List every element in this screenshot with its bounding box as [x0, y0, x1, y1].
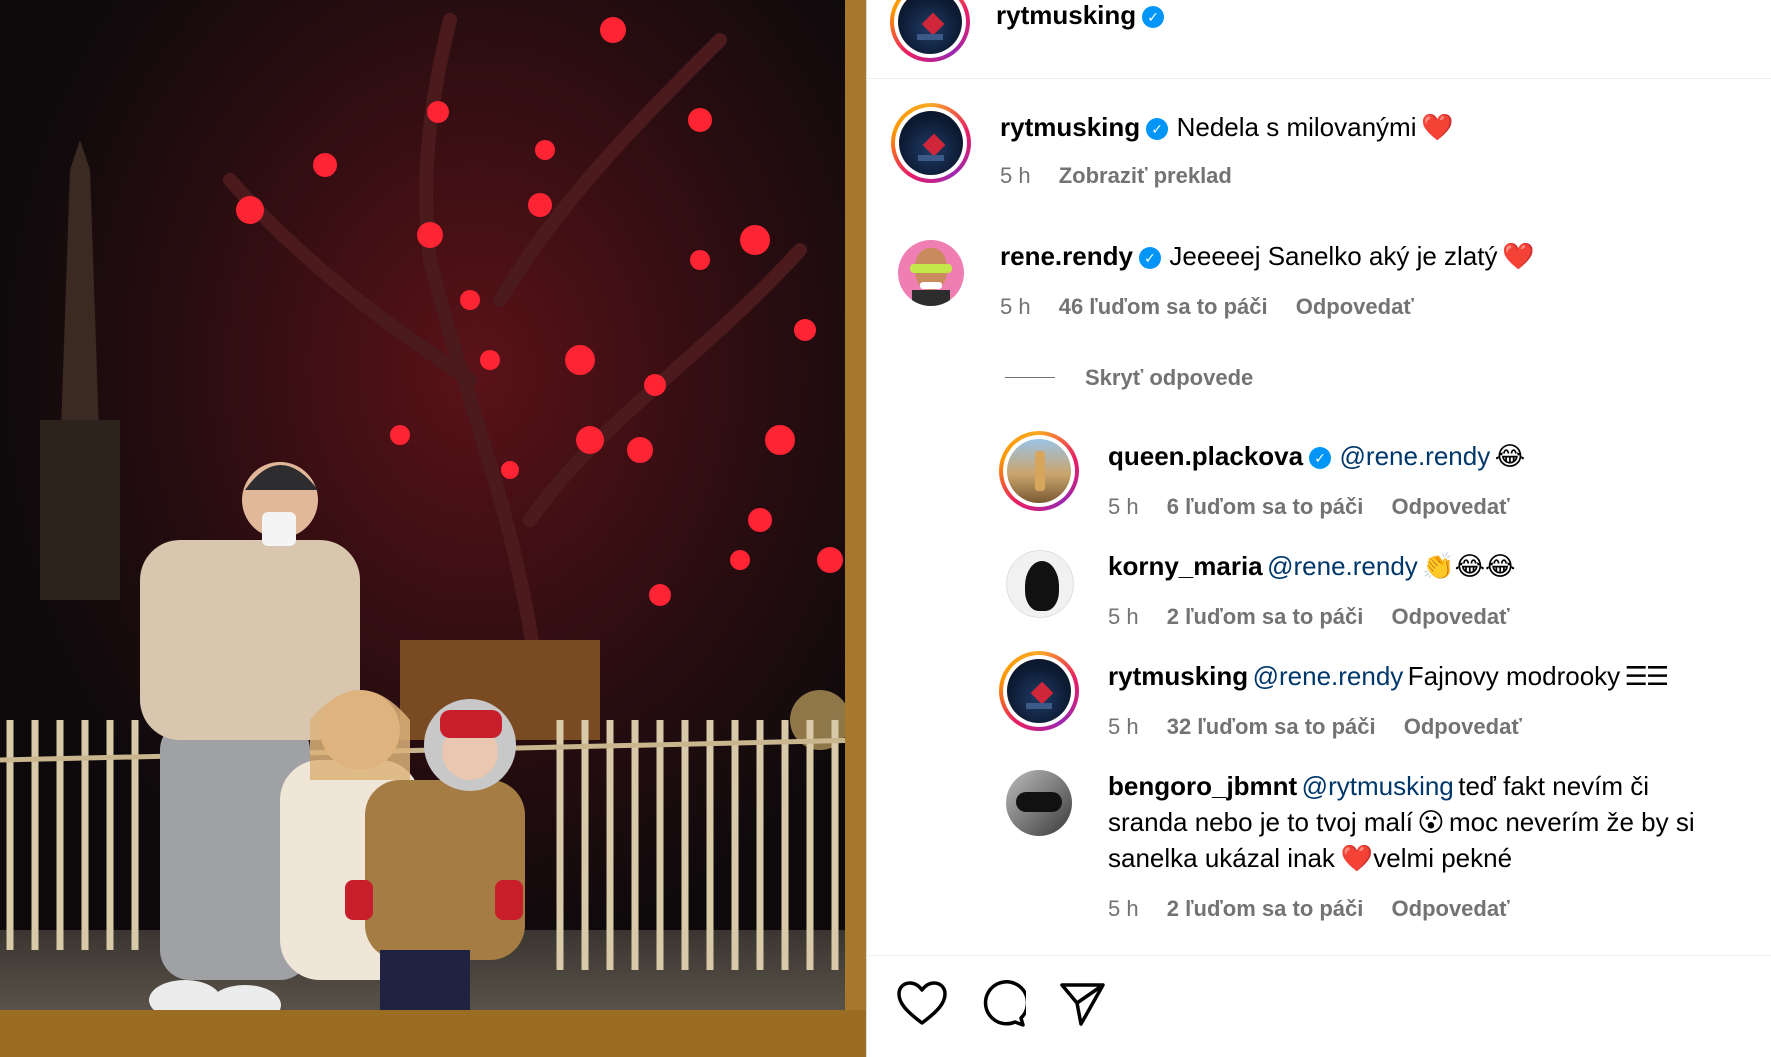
heart-outline-icon[interactable] — [896, 980, 948, 1028]
reply-avatar[interactable] — [1006, 770, 1072, 836]
comment-likes[interactable]: 46 ľuďom sa to páči — [1059, 294, 1268, 319]
laughing-emoji-icon: 😂 — [1494, 442, 1526, 472]
reply-username[interactable]: bengoro_jbmnt — [1108, 771, 1297, 801]
reply-mention-link[interactable]: @rytmusking — [1302, 771, 1454, 801]
reply-time: 5 h — [1108, 604, 1139, 629]
comment-username[interactable]: rene.rendy — [1000, 241, 1133, 271]
reply-text-line1: teď fakt nevím či — [1458, 771, 1650, 801]
author-username[interactable]: rytmusking — [996, 0, 1136, 30]
reply-avatar[interactable] — [1006, 550, 1074, 618]
reply-avatar[interactable] — [999, 431, 1079, 511]
verified-badge-icon: ✓ — [1309, 447, 1332, 469]
reply-mention-link[interactable]: @rene.rendy — [1340, 441, 1491, 471]
reply-text-line2: sranda nebo je to tvoj malí — [1108, 807, 1413, 837]
comment-avatar[interactable] — [898, 240, 964, 306]
reply-time: 5 h — [1108, 494, 1139, 519]
reply-likes[interactable]: 6 ľuďom sa to páči — [1167, 494, 1364, 519]
reply-time: 5 h — [1108, 896, 1139, 921]
actions-divider — [866, 955, 1771, 956]
paper-plane-icon[interactable] — [1058, 980, 1106, 1028]
reply-button[interactable]: Odpovedať — [1392, 494, 1510, 519]
reply-text-line2b: moc neverím že by si — [1448, 807, 1695, 837]
reply-button[interactable]: Odpovedať — [1392, 604, 1510, 629]
reply-time: 5 h — [1108, 714, 1139, 739]
comment-row: rene.rendy ✓ Jeeeeej Sanelko aký je zlatý… — [1000, 241, 1534, 272]
caption-avatar[interactable] — [891, 103, 971, 183]
reply-text: Fajnovy modrooky — [1407, 661, 1621, 691]
reply-avatar[interactable] — [999, 651, 1079, 731]
reply-username[interactable]: korny_maria — [1108, 551, 1263, 581]
post-header: rytmusking ✓ — [996, 0, 1168, 31]
see-translation-button[interactable]: Zobraziť preklad — [1059, 163, 1232, 188]
reply-mention-link[interactable]: @rene.rendy — [1253, 661, 1404, 691]
reply-username[interactable]: rytmusking — [1108, 661, 1248, 691]
post-photo-illustration — [0, 0, 866, 1057]
reply-meta: 5 h 32 ľuďom sa to páči Odpovedať — [1108, 714, 1522, 740]
comment-time: 5 h — [1000, 294, 1031, 319]
hide-replies-button[interactable]: Skryť odpovede — [1005, 365, 1253, 391]
hide-replies-label: Skryť odpovede — [1085, 365, 1254, 390]
heart-emoji-icon: ❤️ — [1340, 844, 1374, 874]
reply-row: bengoro_jbmnt @rytmusking teď fakt nevím… — [1108, 771, 1649, 802]
heart-emoji-icon: ❤️ — [1501, 242, 1535, 272]
surprised-emoji-icon: 😮 — [1417, 808, 1445, 838]
caption-meta: 5 h Zobraziť preklad — [1000, 163, 1232, 189]
reply-meta: 5 h 2 ľuďom sa to páči Odpovedať — [1108, 896, 1510, 922]
comment-meta: 5 h 46 ľuďom sa to páči Odpovedať — [1000, 294, 1414, 320]
caption: rytmusking ✓ Nedela s milovanými ❤️ — [1000, 112, 1453, 143]
reply-username[interactable]: queen.plackova — [1108, 441, 1303, 471]
reply-button[interactable]: Odpovedať — [1404, 714, 1522, 739]
caption-time: 5 h — [1000, 163, 1031, 188]
caption-text: Nedela s milovanými — [1176, 112, 1417, 142]
clap-laugh-emoji-icon: 👏😂😂 — [1422, 552, 1516, 582]
reply-meta: 5 h 2 ľuďom sa to páči Odpovedať — [1108, 604, 1510, 630]
verified-badge-icon: ✓ — [1142, 6, 1165, 28]
reply-text-line3b: velmi pekné — [1373, 843, 1513, 873]
reply-likes[interactable]: 2 ľuďom sa to páči — [1167, 604, 1364, 629]
post-photo[interactable] — [0, 0, 866, 1057]
reply-mention-link[interactable]: @rene.rendy — [1267, 551, 1418, 581]
reply-row: rytmusking @rene.rendy Fajnovy modrooky … — [1108, 661, 1670, 692]
reply-meta: 5 h 6 ľuďom sa to páči Odpovedať — [1108, 494, 1510, 520]
flag-emoji-icon: ☰☰ — [1624, 662, 1670, 692]
reply-text-line3a: sanelka ukázal inak — [1108, 843, 1335, 873]
heart-emoji-icon: ❤️ — [1420, 113, 1454, 143]
reply-row: queen.plackova ✓ @rene.rendy 😂 — [1108, 441, 1525, 472]
verified-badge-icon: ✓ — [1146, 118, 1169, 140]
reply-button[interactable]: Odpovedať — [1296, 294, 1414, 319]
comment-text: Jeeeeej Sanelko aký je zlatý — [1169, 241, 1498, 271]
reply-button[interactable]: Odpovedať — [1392, 896, 1510, 921]
caption-username[interactable]: rytmusking — [1000, 112, 1140, 142]
reply-likes[interactable]: 2 ľuďom sa to páči — [1167, 896, 1364, 921]
reply-likes[interactable]: 32 ľuďom sa to páči — [1167, 714, 1376, 739]
replies-line — [1005, 377, 1055, 378]
reply-row: korny_maria @rene.rendy 👏😂😂 — [1108, 551, 1515, 582]
verified-badge-icon: ✓ — [1138, 247, 1161, 269]
reply-text-row: sranda nebo je to tvoj malí 😮 moc neverí… — [1108, 807, 1695, 838]
reply-text-row: sanelka ukázal inak ❤️velmi pekné — [1108, 843, 1512, 874]
header-divider — [866, 78, 1771, 79]
comment-bubble-icon[interactable] — [978, 980, 1030, 1028]
